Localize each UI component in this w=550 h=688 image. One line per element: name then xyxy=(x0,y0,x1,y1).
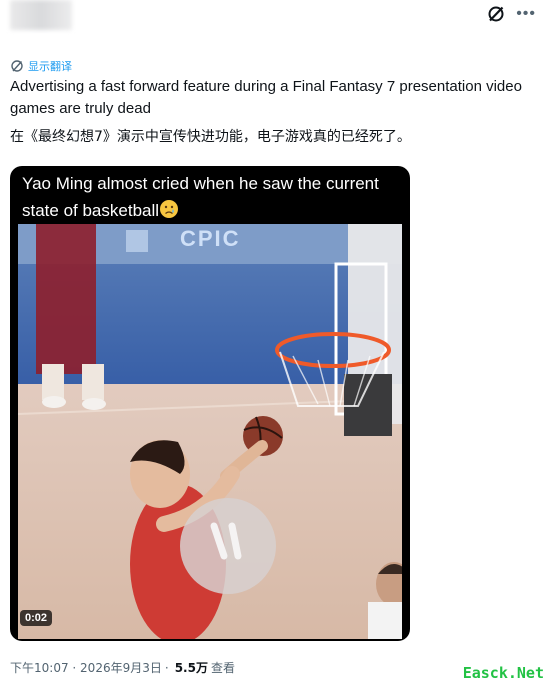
video-duration-badge: 0:02 xyxy=(20,610,53,626)
translate-icon xyxy=(11,60,23,72)
grok-icon[interactable] xyxy=(486,4,506,24)
video-caption: Yao Ming almost cried when he saw the cu… xyxy=(22,170,404,224)
view-count: 5.5万 xyxy=(174,661,208,675)
video-frame[interactable]: CPIC xyxy=(18,224,402,639)
show-translation-link[interactable]: 显示翻译 xyxy=(10,58,72,74)
tweet-meta: 下午10:07 · 2026年9月3日 · 5.5万 查看 xyxy=(10,659,235,676)
tweet-text: Advertising a fast forward feature durin… xyxy=(10,78,522,117)
more-options-icon[interactable]: ••• xyxy=(516,4,536,24)
watermark-text: Easck.Net xyxy=(462,664,544,682)
translate-label: 显示翻译 xyxy=(28,61,72,73)
views-label: 查看 xyxy=(210,661,235,675)
tweet-time[interactable]: 下午10:07 xyxy=(10,659,69,676)
meta-separator: · xyxy=(68,660,81,675)
tweet-actions-top: ••• xyxy=(486,4,536,24)
blurred-header xyxy=(10,0,72,30)
video-caption-text: Yao Ming almost cried when he saw the cu… xyxy=(22,174,379,220)
crying-face-emoji-icon xyxy=(160,200,179,218)
video-still: CPIC xyxy=(18,224,402,639)
meta-separator: · xyxy=(164,660,169,675)
tweet-translation: 在《最终幻想7》演示中宣传快进功能，电子游戏真的已经死了。 xyxy=(10,129,411,145)
video-player[interactable]: Yao Ming almost cried when he saw the cu… xyxy=(10,166,410,641)
arena-sign-text: CPIC xyxy=(180,226,241,251)
tweet-date[interactable]: 2026年9月3日 xyxy=(80,659,162,676)
